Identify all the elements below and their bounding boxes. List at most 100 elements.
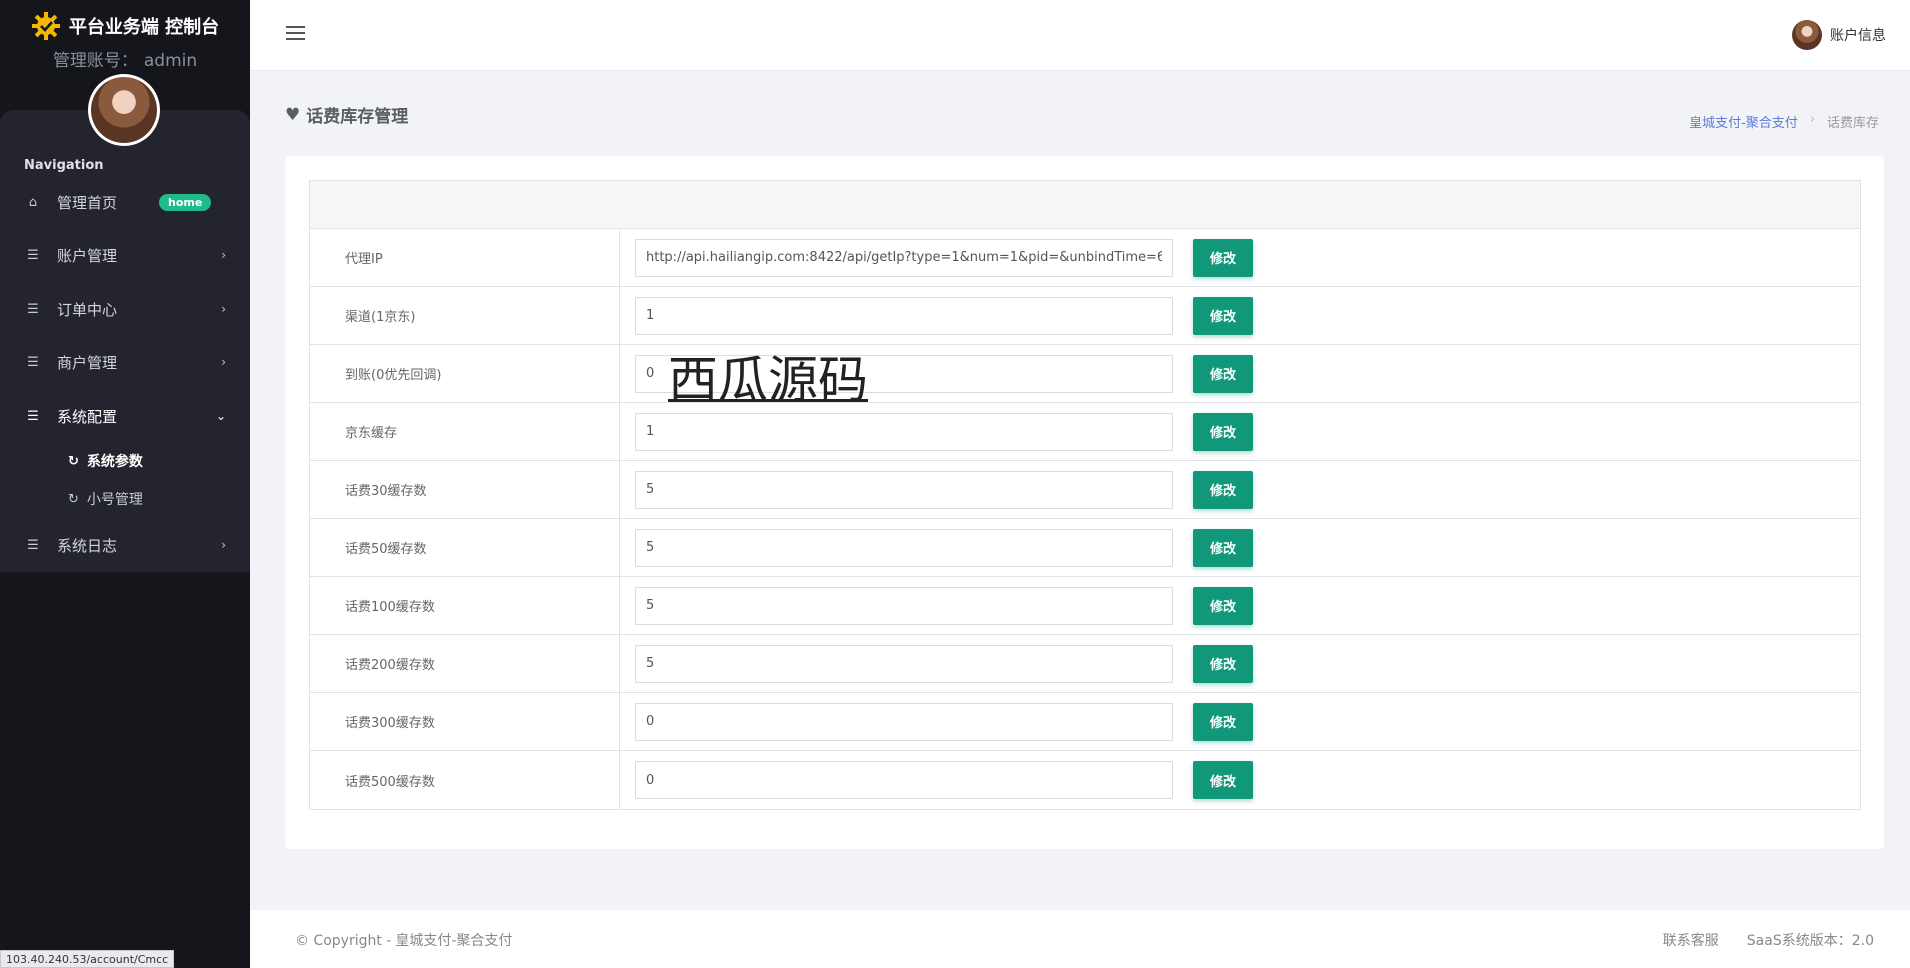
sidebar-item-system-config[interactable]: ☰ 系统配置 ⌄: [0, 396, 250, 436]
modify-button[interactable]: 修改: [1193, 470, 1253, 509]
setting-input[interactable]: [635, 238, 1173, 277]
row-label: 话费30缓存数: [310, 461, 620, 518]
version-text: SaaS系统版本：2.0: [1746, 933, 1874, 949]
setting-input[interactable]: [635, 761, 1173, 799]
chevron-down-icon: ⌄: [215, 409, 226, 423]
watermark-text: 西瓜源码: [668, 351, 868, 409]
row-label: 到账(0优先回调): [310, 345, 620, 402]
breadcrumb-link[interactable]: 皇城支付-聚合支付: [1689, 112, 1798, 131]
avatar-image: [91, 77, 157, 143]
settings-card: 代理IP修改渠道(1京东)修改到账(0优先回调)修改京东缓存修改话费30缓存数修…: [285, 156, 1884, 849]
brand[interactable]: 平台业务端 控制台: [0, 0, 250, 50]
top-header: 账户信息: [250, 0, 1910, 71]
chevron-right-icon: ›: [221, 302, 226, 316]
row-value-cell: 修改: [620, 635, 1860, 692]
row-value-cell: 修改: [620, 693, 1860, 750]
modify-button[interactable]: 修改: [1193, 296, 1253, 335]
page-title-text: 话费库存管理: [306, 107, 409, 127]
table-row: 话费200缓存数 修改: [310, 635, 1860, 693]
setting-input[interactable]: [635, 644, 1173, 683]
home-badge: home: [159, 193, 212, 211]
modify-button[interactable]: 修改: [1193, 644, 1253, 683]
list-icon: ☰: [27, 408, 39, 424]
row-label: 话费200缓存数: [310, 635, 620, 692]
nav-title: Navigation: [24, 158, 104, 173]
row-value-cell: 修改: [620, 229, 1860, 286]
admin-name: admin: [143, 51, 198, 71]
sidebar-item-label: 账户管理: [57, 246, 118, 265]
breadcrumb-current: 话费库存: [1826, 116, 1879, 131]
sidebar-subitem-sub-accounts[interactable]: ↻ 小号管理: [0, 482, 250, 516]
row-value-cell: 修改: [620, 287, 1860, 344]
sidebar-subitem-system-params[interactable]: ↻ 系统参数: [0, 444, 250, 478]
table-row: 话费50缓存数 修改: [310, 519, 1860, 577]
nav-panel: Navigation ⌂ 管理首页 home ☰ 账户管理 › ☰ 订单中心 ›…: [0, 110, 250, 572]
sidebar-item-accounts[interactable]: ☰ 账户管理 ›: [0, 235, 250, 275]
modify-button[interactable]: 修改: [1193, 528, 1253, 567]
account-info-button[interactable]: 账户信息: [1792, 20, 1886, 50]
list-icon: ☰: [27, 247, 39, 263]
row-value-cell: 修改: [620, 577, 1860, 634]
table-row: 渠道(1京东) 修改: [310, 287, 1860, 345]
sidebar-subitem-label: 系统参数: [86, 454, 143, 470]
sidebar-item-label: 系统配置: [57, 407, 118, 426]
row-label: 渠道(1京东): [310, 287, 620, 344]
list-icon: ☰: [27, 301, 39, 317]
setting-input[interactable]: [635, 296, 1173, 335]
table-row: 话费30缓存数 修改: [310, 461, 1860, 519]
setting-input[interactable]: [635, 586, 1173, 625]
sidebar-subitem-label: 小号管理: [86, 492, 143, 508]
sidebar-item-label: 商户管理: [57, 353, 118, 372]
modify-button[interactable]: 修改: [1193, 761, 1253, 799]
modify-button[interactable]: 修改: [1193, 238, 1253, 277]
avatar: [1792, 20, 1822, 50]
setting-input[interactable]: [635, 412, 1173, 451]
breadcrumb: 皇城支付-聚合支付 › 话费库存: [1689, 112, 1879, 131]
browser-status-url: 103.40.240.53/account/Cmcc: [0, 950, 175, 968]
table-row: 京东缓存 修改: [310, 403, 1860, 461]
table-row: 话费300缓存数 修改: [310, 693, 1860, 751]
page-title: ♥ 话费库存管理: [285, 102, 409, 128]
chevron-right-icon: ›: [221, 538, 226, 552]
heart-icon: ♥: [285, 104, 301, 125]
row-value-cell: 修改: [620, 461, 1860, 518]
chevron-right-icon: ›: [221, 355, 226, 369]
row-label: 话费100缓存数: [310, 577, 620, 634]
modify-button[interactable]: 修改: [1193, 354, 1253, 393]
home-icon: ⌂: [28, 194, 38, 210]
row-label: 话费500缓存数: [310, 751, 620, 809]
setting-input[interactable]: [635, 702, 1173, 741]
breadcrumb-separator: ›: [1809, 112, 1815, 127]
sidebar-item-merchants[interactable]: ☰ 商户管理 ›: [0, 342, 250, 382]
refresh-icon: ↻: [68, 453, 79, 469]
sidebar: 平台业务端 控制台 管理账号： admin Navigation ⌂ 管理首页 h…: [0, 0, 250, 968]
list-icon: ☰: [27, 537, 39, 553]
footer: © Copyright - 皇城支付-聚合支付 联系客服 SaaS系统版本：2.0: [250, 910, 1910, 968]
modify-button[interactable]: 修改: [1193, 702, 1253, 741]
setting-input[interactable]: [635, 470, 1173, 509]
table-header: [310, 181, 1860, 229]
sidebar-item-label: 订单中心: [57, 300, 118, 319]
admin-label: 管理账号：: [52, 51, 138, 71]
sidebar-item-label: 管理首页: [57, 193, 118, 212]
table-row: 话费500缓存数 修改: [310, 751, 1860, 809]
sidebar-item-home[interactable]: ⌂ 管理首页 home: [0, 182, 250, 222]
setting-input[interactable]: [635, 528, 1173, 567]
list-icon: ☰: [27, 354, 39, 370]
brand-title: 平台业务端 控制台: [68, 17, 220, 38]
profile-avatar[interactable]: [88, 74, 160, 146]
sidebar-item-orders[interactable]: ☰ 订单中心 ›: [0, 289, 250, 329]
modify-button[interactable]: 修改: [1193, 412, 1253, 451]
footer-right: 联系客服 SaaS系统版本：2.0: [1663, 930, 1874, 950]
row-value-cell: 修改: [620, 751, 1860, 809]
contact-support-link[interactable]: 联系客服: [1663, 930, 1719, 950]
settings-table: 代理IP修改渠道(1京东)修改到账(0优先回调)修改京东缓存修改话费30缓存数修…: [309, 180, 1861, 810]
sidebar-item-system-log[interactable]: ☰ 系统日志 ›: [0, 525, 250, 565]
table-row: 话费100缓存数 修改: [310, 577, 1860, 635]
admin-account: 管理账号： admin: [0, 46, 250, 71]
chevron-right-icon: ›: [221, 248, 226, 262]
copyright: © Copyright - 皇城支付-聚合支付: [295, 930, 512, 950]
modify-button[interactable]: 修改: [1193, 586, 1253, 625]
menu-toggle-icon[interactable]: [286, 26, 305, 42]
table-row: 到账(0优先回调) 修改: [310, 345, 1860, 403]
